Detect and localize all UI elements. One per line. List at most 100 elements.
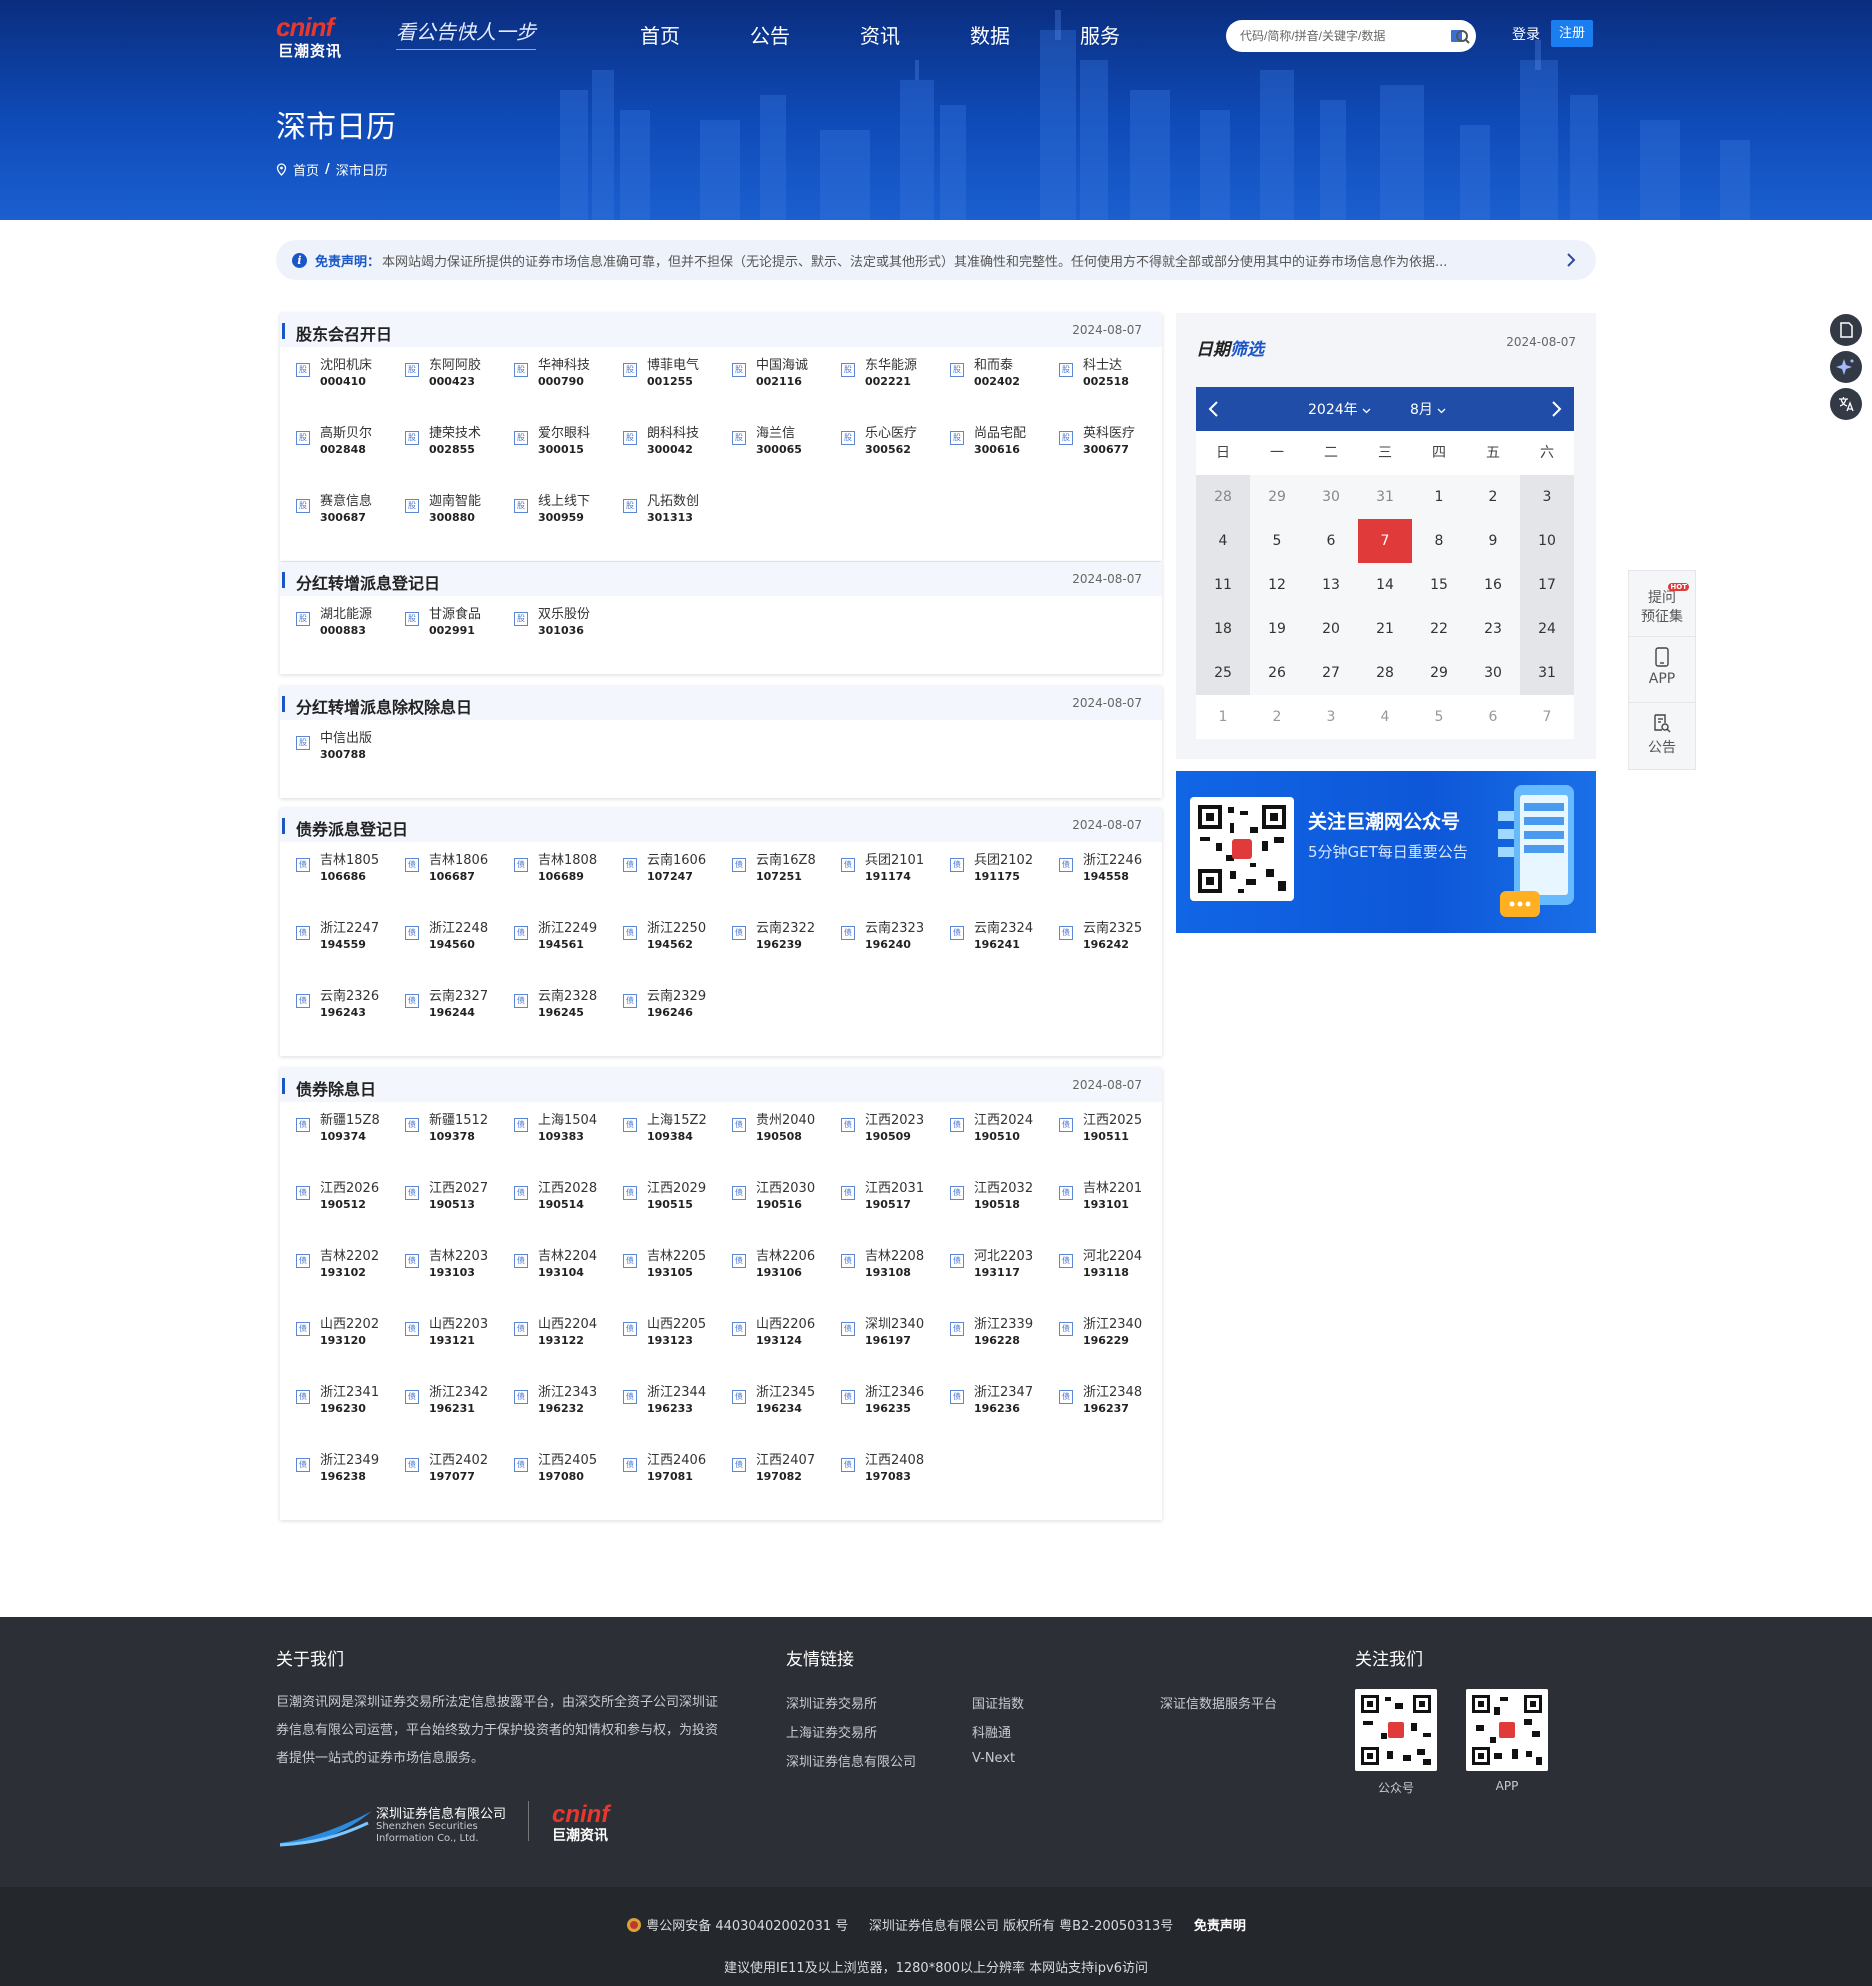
nav-announcements[interactable]: 公告 — [715, 20, 825, 49]
security-item[interactable]: 债云南2328 196245 — [514, 988, 623, 1056]
calendar-day-weekend[interactable]: 25 — [1196, 651, 1250, 695]
shenzhen-securities-logo[interactable]: 深圳证券信息有限公司 Shenzhen Securities Informati… — [278, 1803, 508, 1855]
calendar-day-prev-month[interactable]: 30 — [1304, 475, 1358, 519]
float-translate-button[interactable] — [1830, 388, 1862, 420]
security-item[interactable]: 股湖北能源 000883 — [296, 606, 405, 674]
link-szx-data[interactable]: 深证信数据服务平台 — [1160, 1693, 1277, 1712]
security-item[interactable]: 债云南2324 196241 — [950, 920, 1059, 988]
chevron-right-icon[interactable] — [1566, 252, 1576, 268]
security-item[interactable]: 股中信出版 300788 — [296, 730, 405, 798]
year-select[interactable]: 2024年 — [1308, 399, 1371, 419]
security-item[interactable]: 股甘源食品 002991 — [405, 606, 514, 674]
security-item[interactable]: 债山西2204 193122 — [514, 1316, 623, 1384]
security-item[interactable]: 债吉林2202 193102 — [296, 1248, 405, 1316]
security-item[interactable]: 股科士达 002518 — [1059, 357, 1168, 425]
search-input[interactable] — [1226, 20, 1436, 52]
security-item[interactable]: 债吉林1806 106687 — [405, 852, 514, 920]
security-item[interactable]: 债云南2326 196243 — [296, 988, 405, 1056]
icp-record[interactable]: 粤公网安备 44030402002031 号 — [646, 1919, 848, 1934]
calendar-day[interactable]: 5 — [1250, 519, 1304, 563]
security-item[interactable]: 股爱尔眼科 300015 — [514, 425, 623, 493]
login-link[interactable]: 登录 — [1512, 24, 1540, 44]
calendar-day-next-month[interactable]: 5 — [1412, 695, 1466, 739]
calendar-day-prev-month[interactable]: 31 — [1358, 475, 1412, 519]
calendar-day[interactable]: 6 — [1304, 519, 1358, 563]
security-item[interactable]: 股赛意信息 300687 — [296, 493, 405, 561]
sidebar-app[interactable]: APP — [1629, 637, 1695, 703]
calendar-day[interactable]: 15 — [1412, 563, 1466, 607]
nav-news[interactable]: 资讯 — [825, 20, 935, 49]
link-szse[interactable]: 深圳证券交易所 — [786, 1693, 877, 1712]
security-item[interactable]: 债云南16Z8 107251 — [732, 852, 841, 920]
footer-cninfo-logo[interactable]: cninf 巨潮资讯 — [552, 1801, 609, 1845]
security-item[interactable]: 股双乐股份 301036 — [514, 606, 623, 674]
next-month-icon[interactable] — [1546, 397, 1566, 421]
security-item[interactable]: 债吉林2204 193104 — [514, 1248, 623, 1316]
security-item[interactable]: 债江西2032 190518 — [950, 1180, 1059, 1248]
calendar-day[interactable]: 19 — [1250, 607, 1304, 651]
calendar-day[interactable]: 20 — [1304, 607, 1358, 651]
link-kerongtong[interactable]: 科融通 — [972, 1722, 1011, 1741]
sidebar-announcement[interactable]: 公告 — [1629, 703, 1695, 769]
wechat-follow-banner[interactable]: 关注巨潮网公众号 5分钟GET每日重要公告 — [1176, 771, 1596, 933]
security-item[interactable]: 股东阿阿胶 000423 — [405, 357, 514, 425]
calendar-day[interactable]: 29 — [1412, 651, 1466, 695]
calendar-day[interactable]: 22 — [1412, 607, 1466, 651]
security-item[interactable]: 债江西2028 190514 — [514, 1180, 623, 1248]
month-select[interactable]: 8月 — [1410, 399, 1446, 419]
security-item[interactable]: 股东华能源 002221 — [841, 357, 950, 425]
calendar-day-next-month[interactable]: 4 — [1358, 695, 1412, 739]
security-item[interactable]: 债河北2203 193117 — [950, 1248, 1059, 1316]
nav-data[interactable]: 数据 — [935, 20, 1045, 49]
security-item[interactable]: 股英科医疗 300677 — [1059, 425, 1168, 493]
security-item[interactable]: 债江西2402 197077 — [405, 1452, 514, 1520]
security-item[interactable]: 债深圳2340 196197 — [841, 1316, 950, 1384]
security-item[interactable]: 债江西2405 197080 — [514, 1452, 623, 1520]
security-item[interactable]: 债浙江2349 196238 — [296, 1452, 405, 1520]
security-item[interactable]: 股和而泰 002402 — [950, 357, 1059, 425]
calendar-day-weekend[interactable]: 11 — [1196, 563, 1250, 607]
security-item[interactable]: 债浙江2344 196233 — [623, 1384, 732, 1452]
security-item[interactable]: 债浙江2250 194562 — [623, 920, 732, 988]
security-item[interactable]: 股迦南智能 300880 — [405, 493, 514, 561]
security-item[interactable]: 股朗科科技 300042 — [623, 425, 732, 493]
calendar-day[interactable]: 8 — [1412, 519, 1466, 563]
calendar-day[interactable]: 13 — [1304, 563, 1358, 607]
nav-home[interactable]: 首页 — [605, 20, 715, 49]
security-item[interactable]: 债浙江2343 196232 — [514, 1384, 623, 1452]
security-item[interactable]: 债吉林2203 193103 — [405, 1248, 514, 1316]
security-item[interactable]: 债云南2325 196242 — [1059, 920, 1168, 988]
security-item[interactable]: 债山西2202 193120 — [296, 1316, 405, 1384]
security-item[interactable]: 债新疆1512 109378 — [405, 1112, 514, 1180]
security-item[interactable]: 债上海15Z2 109384 — [623, 1112, 732, 1180]
search-icon[interactable] — [1450, 26, 1470, 46]
calendar-day[interactable]: 27 — [1304, 651, 1358, 695]
link-ssinfo[interactable]: 深圳证券信息有限公司 — [786, 1751, 916, 1770]
security-item[interactable]: 债江西2030 190516 — [732, 1180, 841, 1248]
calendar-day-selected[interactable]: 7 — [1358, 519, 1412, 563]
calendar-day[interactable]: 16 — [1466, 563, 1520, 607]
security-item[interactable]: 债浙江2248 194560 — [405, 920, 514, 988]
calendar-day-weekend[interactable]: 18 — [1196, 607, 1250, 651]
disclaimer-notice[interactable]: i 免责声明： 本网站竭力保证所提供的证券市场信息准确可靠，但并不担保（无论提示… — [276, 240, 1596, 280]
calendar-day[interactable]: 9 — [1466, 519, 1520, 563]
calendar-day-next-month[interactable]: 7 — [1520, 695, 1574, 739]
disclaimer-link[interactable]: 免责声明 — [1194, 1919, 1246, 1934]
calendar-day-next-month[interactable]: 2 — [1250, 695, 1304, 739]
security-item[interactable]: 债吉林1808 106689 — [514, 852, 623, 920]
calendar-day-next-month[interactable]: 6 — [1466, 695, 1520, 739]
sidebar-question-collection[interactable]: HOT 提问 预征集 — [1629, 571, 1695, 637]
float-ai-button[interactable] — [1830, 351, 1862, 383]
calendar-day-weekend[interactable]: 4 — [1196, 519, 1250, 563]
security-item[interactable]: 股凡拓数创 301313 — [623, 493, 732, 561]
calendar-day-weekend[interactable]: 10 — [1520, 519, 1574, 563]
security-item[interactable]: 股尚品宅配 300616 — [950, 425, 1059, 493]
security-item[interactable]: 债云南2327 196244 — [405, 988, 514, 1056]
security-item[interactable]: 债江西2026 190512 — [296, 1180, 405, 1248]
security-item[interactable]: 债浙江2348 196237 — [1059, 1384, 1168, 1452]
calendar-day[interactable]: 30 — [1466, 651, 1520, 695]
breadcrumb-home[interactable]: 首页 — [293, 160, 319, 179]
security-item[interactable]: 债兵团2101 191174 — [841, 852, 950, 920]
security-item[interactable]: 债浙江2247 194559 — [296, 920, 405, 988]
calendar-day[interactable]: 14 — [1358, 563, 1412, 607]
